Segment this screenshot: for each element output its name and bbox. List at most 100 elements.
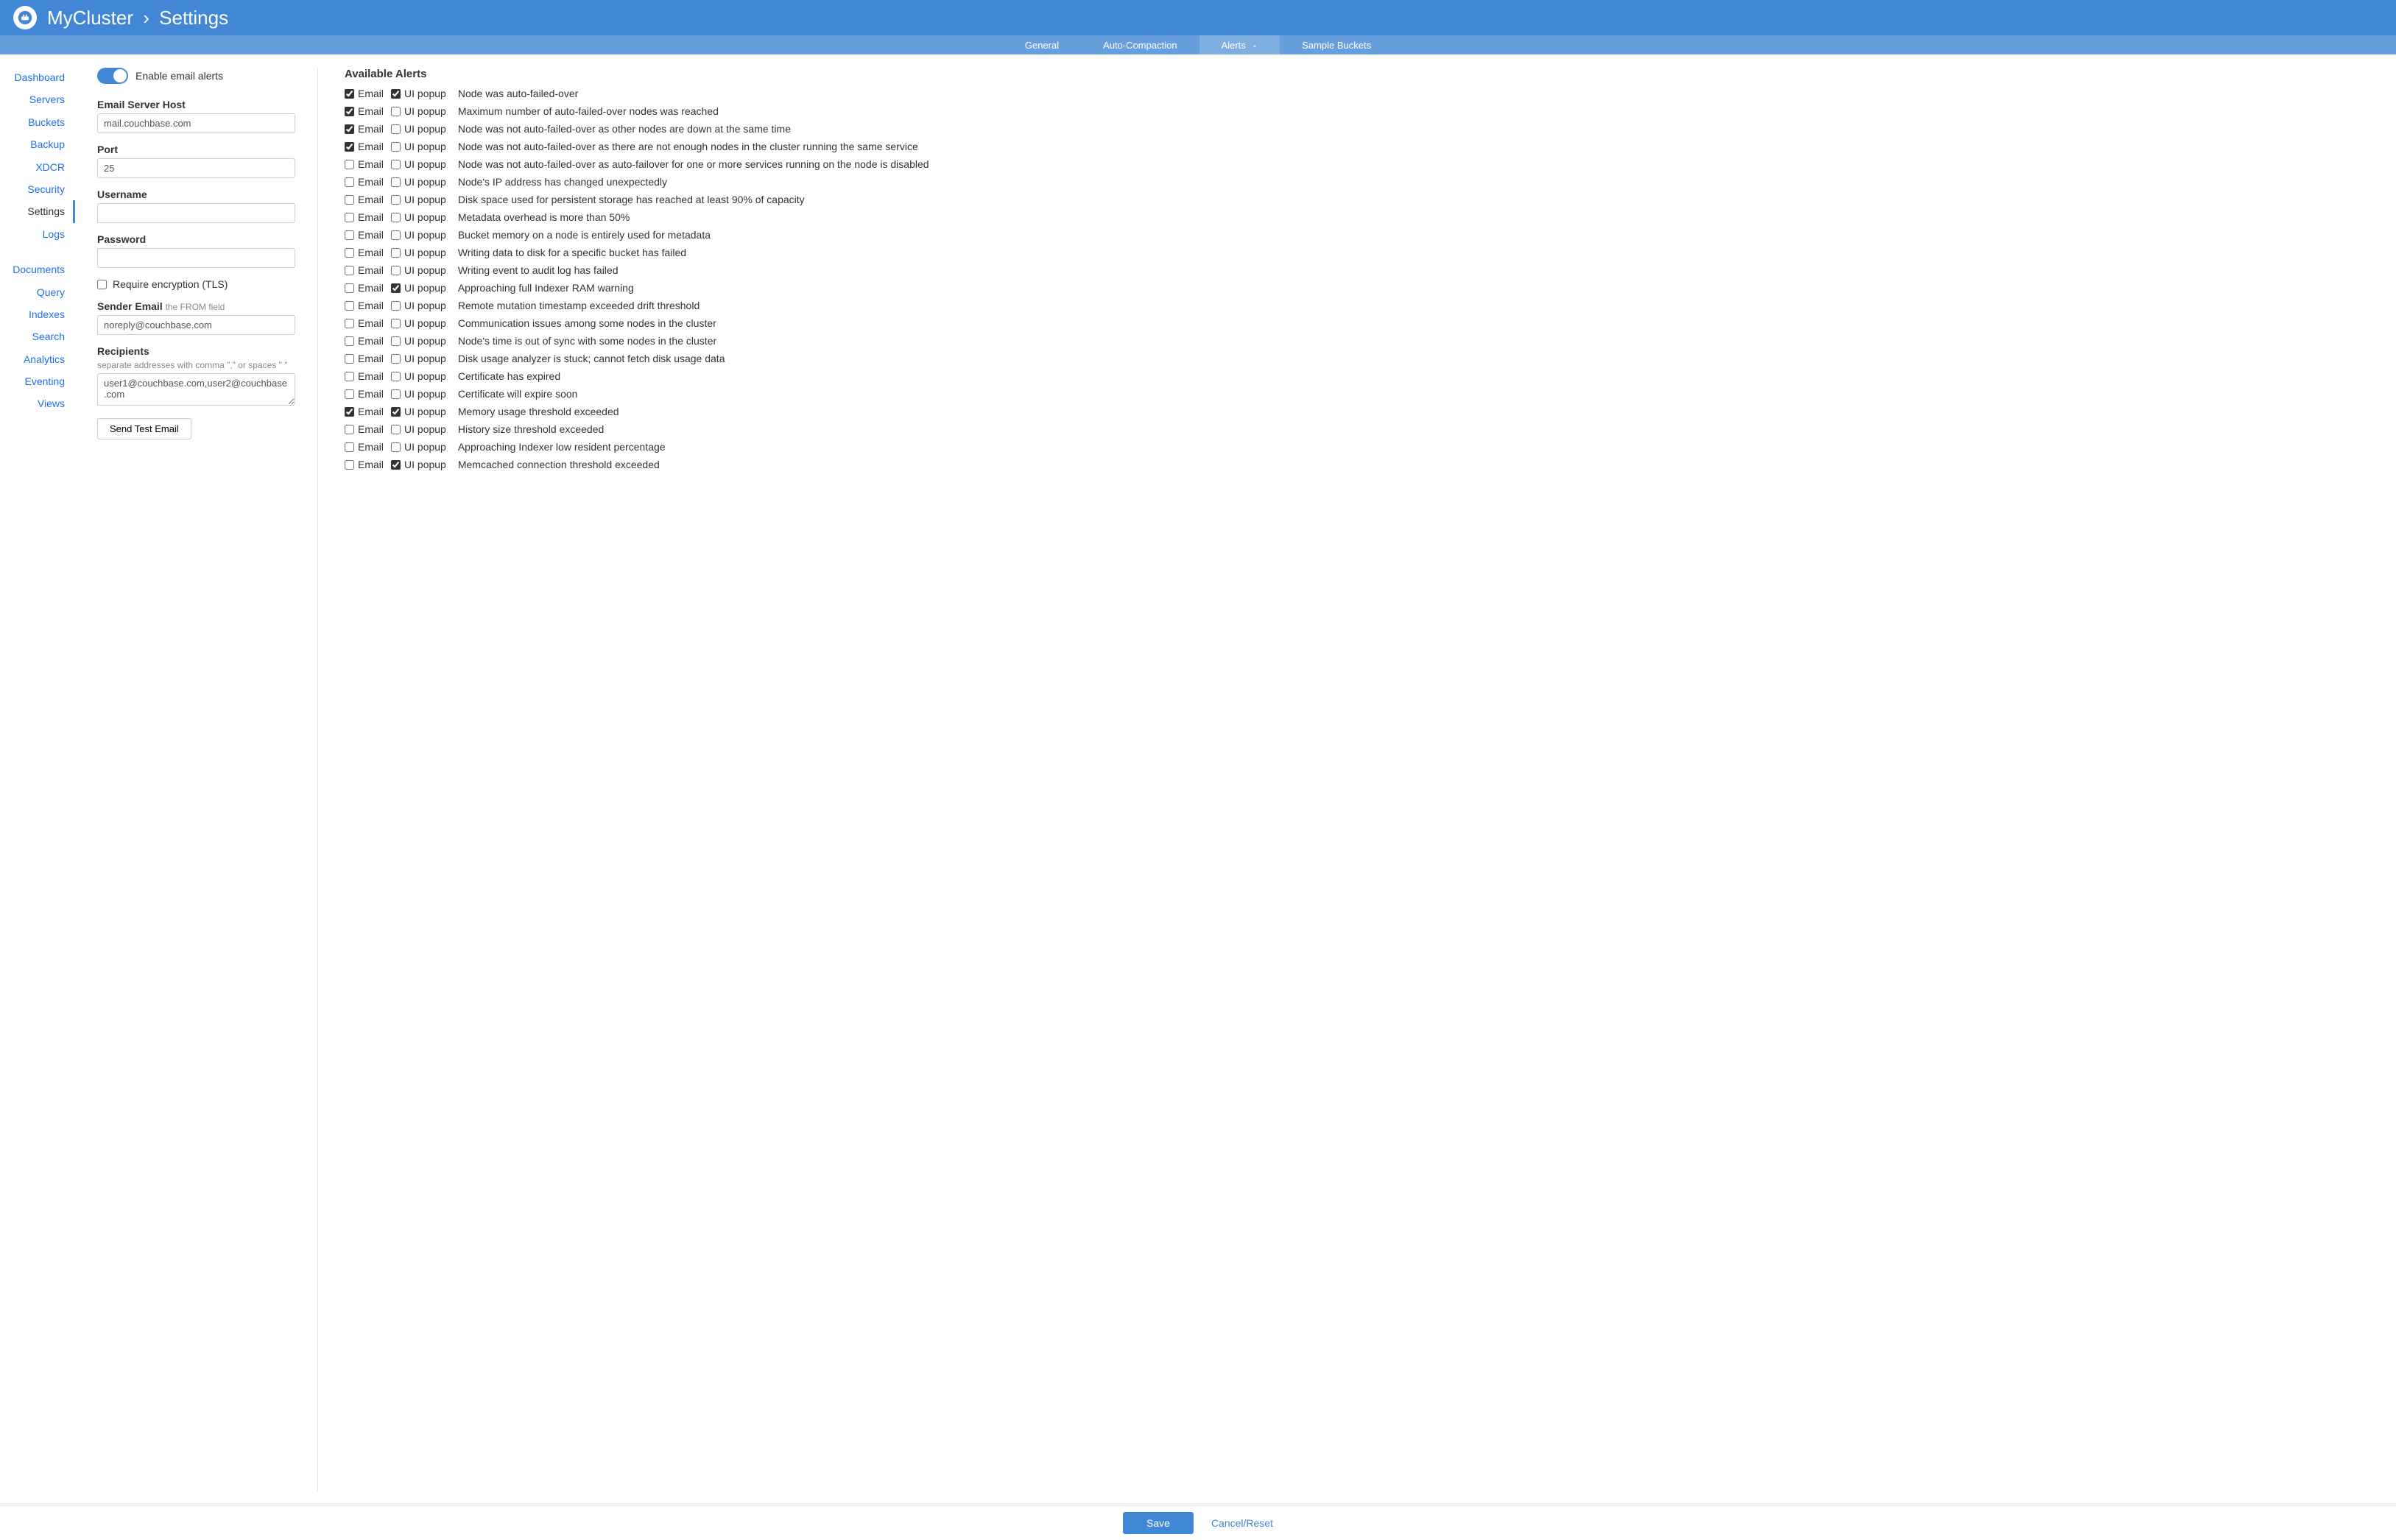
tab-alerts[interactable]: Alerts ⌄ [1199, 35, 1280, 54]
alert-description: Disk usage analyzer is stuck; cannot fet… [458, 353, 725, 364]
alert-email-checkbox[interactable]: Email [345, 229, 384, 241]
sidebar-item-xdcr[interactable]: XDCR [0, 156, 75, 178]
alert-popup-checkbox[interactable]: UI popup [391, 247, 446, 258]
sidebar-item-indexes[interactable]: Indexes [0, 303, 75, 325]
alert-email-checkbox[interactable]: Email [345, 300, 384, 311]
alert-popup-checkbox[interactable]: UI popup [391, 158, 446, 170]
sidebar-item-search[interactable]: Search [0, 325, 75, 347]
alert-email-checkbox[interactable]: Email [345, 264, 384, 276]
alert-email-checkbox[interactable]: Email [345, 105, 384, 117]
sidebar-item-eventing[interactable]: Eventing [0, 370, 75, 392]
password-label: Password [97, 233, 295, 245]
alert-email-checkbox[interactable]: Email [345, 441, 384, 453]
alert-popup-checkbox[interactable]: UI popup [391, 88, 446, 99]
alert-row: EmailUI popupHistory size threshold exce… [345, 423, 2374, 435]
sidebar-item-views[interactable]: Views [0, 392, 75, 414]
app-logo [13, 6, 37, 29]
tab-general[interactable]: General [1003, 35, 1081, 54]
alert-popup-checkbox[interactable]: UI popup [391, 353, 446, 364]
sidebar-item-buckets[interactable]: Buckets [0, 111, 75, 133]
alert-popup-checkbox[interactable]: UI popup [391, 194, 446, 205]
sidebar-item-query[interactable]: Query [0, 281, 75, 303]
sidebar-item-backup[interactable]: Backup [0, 133, 75, 155]
alert-email-checkbox[interactable]: Email [345, 176, 384, 188]
alert-popup-checkbox[interactable]: UI popup [391, 282, 446, 294]
alert-popup-checkbox[interactable]: UI popup [391, 141, 446, 152]
alert-row: EmailUI popupApproaching Indexer low res… [345, 441, 2374, 453]
alert-popup-checkbox[interactable]: UI popup [391, 300, 446, 311]
alert-email-checkbox[interactable]: Email [345, 141, 384, 152]
alert-email-checkbox[interactable]: Email [345, 388, 384, 400]
alert-row: Email UI popup Metadata overhead is more t… [345, 211, 2374, 223]
username-input[interactable] [97, 203, 295, 223]
sender-input[interactable] [97, 315, 295, 335]
alert-row: EmailUI popupDisk space used for persist… [345, 194, 2374, 205]
save-button[interactable]: Save [1123, 1512, 1194, 1534]
username-label: Username [97, 188, 295, 200]
port-input[interactable] [97, 158, 295, 178]
sidebar-item-security[interactable]: Security [0, 178, 75, 200]
alert-description: Node was not auto-failed-over as auto-fa… [458, 158, 929, 170]
breadcrumb: MyCluster › Settings [47, 7, 228, 29]
host-label: Email Server Host [97, 99, 295, 110]
alert-row: EmailUI popupNode's IP address has chang… [345, 176, 2374, 188]
alert-email-checkbox[interactable]: Email [345, 406, 384, 417]
alert-email-checkbox[interactable]: Email [345, 211, 384, 223]
alert-popup-checkbox[interactable]: UI popup [391, 370, 446, 382]
alert-email-checkbox[interactable]: Email [345, 123, 384, 135]
alert-description: Node was not auto-failed-over as other n… [458, 123, 791, 135]
alert-email-checkbox[interactable]: Email [345, 370, 384, 382]
enable-email-alerts-toggle[interactable] [97, 68, 128, 84]
alert-row: EmailUI popupBucket memory on a node is … [345, 229, 2374, 241]
alert-row: Email UI popup Disk usage analyzer is stuc… [345, 353, 2374, 364]
password-input[interactable] [97, 248, 295, 268]
alert-email-checkbox[interactable]: Email [345, 158, 384, 170]
alert-row: EmailUI popupCommunication issues among … [345, 317, 2374, 329]
host-input[interactable] [97, 113, 295, 133]
alert-description: Writing event to audit log has failed [458, 264, 619, 276]
sidebar-item-logs[interactable]: Logs [0, 223, 75, 245]
sidebar-item-servers[interactable]: Servers [0, 88, 75, 110]
alert-popup-checkbox[interactable]: UI popup [391, 406, 446, 417]
alert-email-checkbox[interactable]: Email [345, 459, 384, 470]
alert-popup-checkbox[interactable]: UI popup [391, 123, 446, 135]
alert-email-checkbox[interactable]: Email [345, 353, 384, 364]
recipients-input[interactable] [97, 373, 295, 406]
cluster-name[interactable]: MyCluster [47, 7, 133, 29]
alert-popup-checkbox[interactable]: UI popup [391, 423, 446, 435]
alert-popup-checkbox[interactable]: UI popup [391, 211, 446, 223]
alert-popup-checkbox[interactable]: UI popup [391, 105, 446, 117]
alert-popup-checkbox[interactable]: UI popup [391, 317, 446, 329]
cancel-reset-link[interactable]: Cancel/Reset [1211, 1517, 1273, 1529]
couchbase-icon [18, 10, 32, 25]
recipients-label: Recipients [97, 345, 295, 357]
tab-auto-compaction[interactable]: Auto-Compaction [1081, 35, 1199, 54]
alert-email-checkbox[interactable]: Email [345, 282, 384, 294]
alert-popup-checkbox[interactable]: UI popup [391, 176, 446, 188]
alert-email-checkbox[interactable]: Email [345, 317, 384, 329]
enable-email-alerts-label: Enable email alerts [135, 70, 223, 82]
alert-row: EmailUI popupMemcached connection thresh… [345, 459, 2374, 470]
sidebar: DashboardServersBucketsBackupXDCRSecurit… [0, 54, 75, 1505]
alert-email-checkbox[interactable]: Email [345, 247, 384, 258]
alert-popup-checkbox[interactable]: UI popup [391, 388, 446, 400]
alert-email-checkbox[interactable]: Email [345, 194, 384, 205]
alert-description: Metadata overhead is more than 50% [458, 211, 630, 223]
sidebar-item-analytics[interactable]: Analytics [0, 348, 75, 370]
sidebar-item-dashboard[interactable]: Dashboard [0, 66, 75, 88]
alert-popup-checkbox[interactable]: UI popup [391, 264, 446, 276]
alert-popup-checkbox[interactable]: UI popup [391, 229, 446, 241]
sidebar-item-settings[interactable]: Settings [0, 200, 75, 222]
alert-email-checkbox[interactable]: Email [345, 335, 384, 347]
alert-popup-checkbox[interactable]: UI popup [391, 459, 446, 470]
tls-checkbox[interactable] [97, 280, 107, 289]
alert-email-checkbox[interactable]: Email [345, 423, 384, 435]
alert-popup-checkbox[interactable]: UI popup [391, 441, 446, 453]
sidebar-item-documents[interactable]: Documents [0, 258, 75, 280]
send-test-email-button[interactable]: Send Test Email [97, 418, 191, 439]
alert-row: EmailUI popupMemory usage threshold exce… [345, 406, 2374, 417]
tab-sample-buckets[interactable]: Sample Buckets [1280, 35, 1393, 54]
alert-email-checkbox[interactable]: Email [345, 88, 384, 99]
chevron-right-icon: › [143, 7, 149, 29]
alert-popup-checkbox[interactable]: UI popup [391, 335, 446, 347]
